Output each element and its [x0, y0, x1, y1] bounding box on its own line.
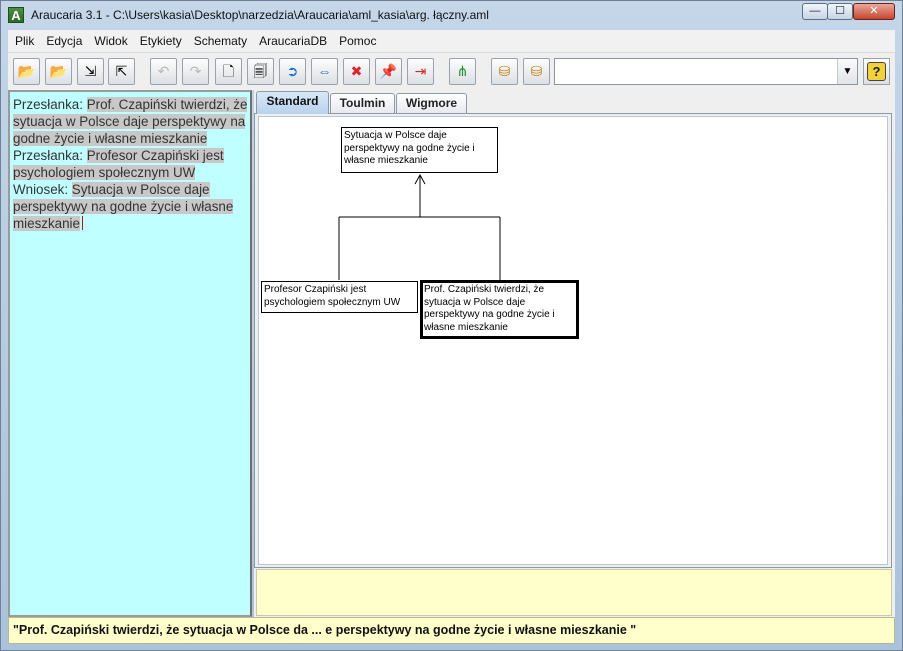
close-button[interactable]: ✕ [853, 3, 895, 20]
premise-node-right[interactable]: Prof. Czapiński twierdzi, że sytuacja w … [420, 280, 579, 339]
diagram-area: Standard Toulmin Wigmore Sytuacja w Pols… [254, 90, 895, 617]
argument-diagram-canvas[interactable]: Sytuacja w Polsce daje perspektywy na go… [258, 116, 888, 565]
menu-pomoc[interactable]: Pomoc [333, 30, 382, 52]
unpin-icon[interactable]: ⇥ [407, 58, 434, 85]
diagram-connectors [338, 173, 501, 280]
database-lock-icon[interactable]: ⛁ [523, 58, 550, 85]
status-bar: "Prof. Czapiński twierdzi, że sytuacja w… [8, 617, 895, 644]
toolbar: 📂 📂 ⇲ ⇱ ↶ ↷ 🗋 🗐 ➲ ⇔ ✖ 📌 ⇥ ⋔ ⛁ ⛁ ▼ ? [8, 52, 895, 90]
premise-node-left[interactable]: Profesor Czapiński jest psychologiem spo… [261, 281, 418, 313]
help-button[interactable]: ? [863, 58, 890, 85]
export-icon[interactable]: ⇱ [108, 58, 135, 85]
tab-standard[interactable]: Standard [256, 91, 329, 114]
text-label-conclusion: Wniosek: [13, 182, 72, 197]
open-folder-icon[interactable]: 📂 [13, 58, 40, 85]
refutation-arrow-icon[interactable]: ➲ [279, 58, 306, 85]
tree-icon[interactable]: ⋔ [449, 58, 476, 85]
redo-icon[interactable]: ↷ [182, 58, 209, 85]
diagram-frame: Sytuacja w Polsce daje perspektywy na go… [254, 113, 892, 568]
menu-widok[interactable]: Widok [88, 30, 133, 52]
menu-etykiety[interactable]: Etykiety [134, 30, 188, 52]
tab-wigmore[interactable]: Wigmore [396, 93, 467, 113]
push-pin-icon[interactable]: 📌 [375, 58, 402, 85]
bidirectional-arrow-icon[interactable]: ⇔ [311, 58, 338, 85]
menu-edycja[interactable]: Edycja [40, 30, 88, 52]
import-icon[interactable]: ⇲ [77, 58, 104, 85]
scheme-select[interactable]: ▼ [554, 58, 858, 85]
info-panel [256, 569, 892, 616]
menu-araucariadb[interactable]: AraucariaDB [253, 30, 333, 52]
view-tabs: Standard Toulmin Wigmore [254, 91, 895, 114]
delete-icon[interactable]: ✖ [343, 58, 370, 85]
menu-plik[interactable]: Plik [8, 30, 40, 52]
document-list-icon[interactable]: 🗐 [247, 58, 274, 85]
help-icon: ? [867, 62, 886, 81]
tab-toulmin[interactable]: Toulmin [330, 93, 395, 113]
chevron-down-icon[interactable]: ▼ [837, 59, 857, 84]
text-cursor [81, 216, 83, 230]
menu-bar: Plik Edycja Widok Etykiety Schematy Araucaria… [8, 30, 895, 52]
minimize-button[interactable]: — [802, 3, 828, 20]
source-text-panel[interactable]: Przesłanka: Prof. Czapiński twierdzi, że… [8, 90, 252, 617]
title-bar[interactable]: A Araucaria 3.1 - C:\Users\kasia\Desktop… [1, 1, 902, 29]
application-window: A Araucaria 3.1 - C:\Users\kasia\Desktop… [0, 0, 903, 651]
window-title: Araucaria 3.1 - C:\Users\kasia\Desktop\n… [31, 8, 489, 22]
new-document-icon[interactable]: 🗋 [215, 58, 242, 85]
text-label-premise-2: Przesłanka: [13, 148, 87, 163]
menu-schematy[interactable]: Schematy [188, 30, 253, 52]
maximize-button[interactable]: ☐ [827, 3, 853, 20]
database-save-icon[interactable]: ⛁ [491, 58, 518, 85]
undo-icon[interactable]: ↶ [150, 58, 177, 85]
open-folder-up-icon[interactable]: 📂 [45, 58, 72, 85]
text-label-premise-1: Przesłanka: [13, 97, 87, 112]
conclusion-node[interactable]: Sytuacja w Polsce daje perspektywy na go… [341, 127, 498, 173]
araucaria-logo-icon: A [8, 7, 24, 23]
